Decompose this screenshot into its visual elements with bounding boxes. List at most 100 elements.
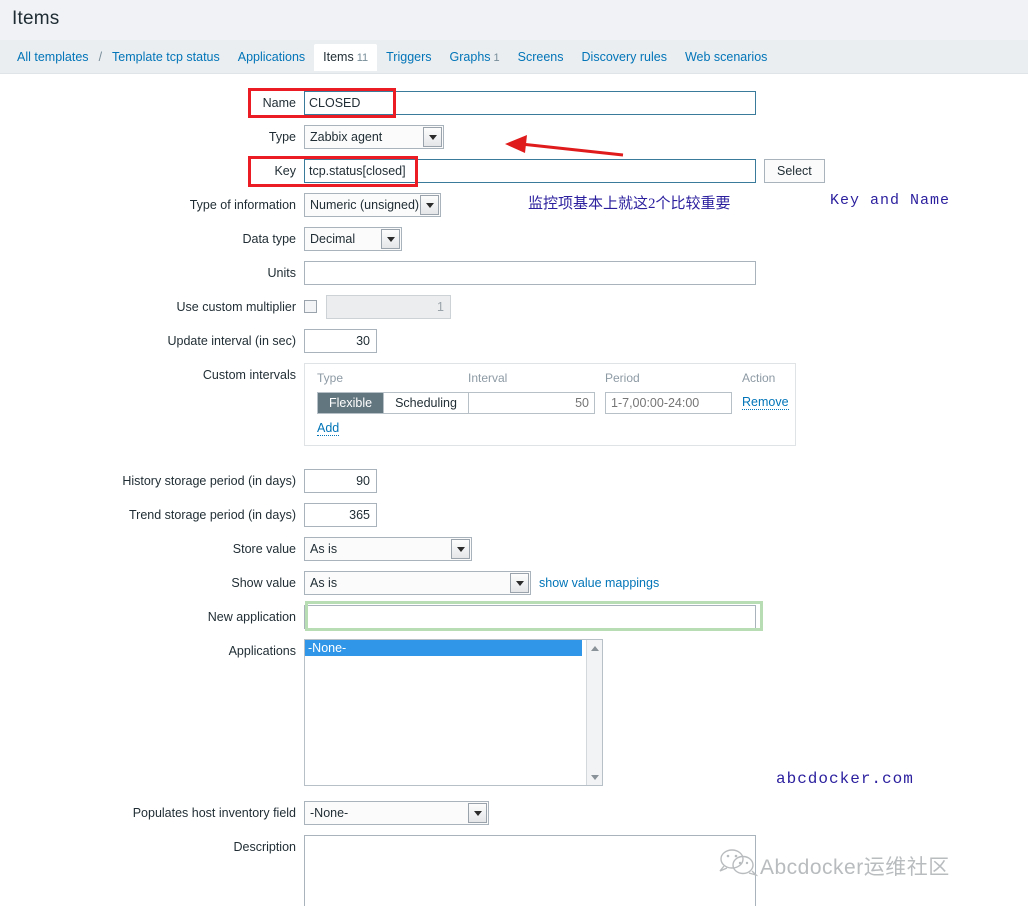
- tab-applications-label: Applications: [238, 50, 305, 64]
- populates-host-inventory-select[interactable]: -None-: [304, 801, 489, 825]
- label-update-interval: Update interval (in sec): [115, 329, 296, 353]
- interval-type-toggle: Flexible Scheduling: [317, 392, 469, 414]
- field-row-update-interval: Update interval (in sec): [115, 329, 815, 353]
- tab-graphs-count: 1: [494, 52, 500, 64]
- tab-graphs-label: Graphs: [450, 50, 491, 64]
- label-description: Description: [115, 835, 296, 859]
- tab-triggers-label: Triggers: [386, 50, 431, 64]
- label-custom-intervals: Custom intervals: [115, 363, 296, 387]
- column-header-interval: Interval: [468, 371, 507, 385]
- applications-scrollbar[interactable]: [586, 640, 602, 785]
- column-header-action: Action: [742, 371, 775, 385]
- add-interval-link[interactable]: Add: [317, 421, 339, 436]
- show-value-select[interactable]: As is: [304, 571, 531, 595]
- interval-input[interactable]: [468, 392, 595, 414]
- chevron-down-icon: [510, 573, 529, 593]
- label-type: Type: [193, 125, 296, 149]
- label-use-custom-multiplier: Use custom multiplier: [115, 295, 296, 319]
- tab-applications[interactable]: Applications: [229, 45, 314, 69]
- field-row-custom-intervals: Custom intervals Type Interval Period Ac…: [115, 363, 945, 446]
- tab-graphs[interactable]: Graphs1: [441, 45, 509, 70]
- applications-listbox[interactable]: -None-: [304, 639, 603, 786]
- tab-screens[interactable]: Screens: [509, 45, 573, 69]
- column-header-type: Type: [317, 371, 343, 385]
- tab-screens-label: Screens: [518, 50, 564, 64]
- populates-host-inventory-value: -None-: [310, 802, 348, 825]
- page-header: Items: [0, 0, 1028, 40]
- units-input[interactable]: [304, 261, 756, 285]
- label-show-value: Show value: [115, 571, 296, 595]
- remove-interval-link[interactable]: Remove: [742, 395, 789, 410]
- label-key: Key: [193, 159, 296, 183]
- label-type-of-information: Type of information: [115, 193, 296, 217]
- label-new-application: New application: [115, 605, 296, 629]
- type-select-value: Zabbix agent: [310, 126, 382, 149]
- label-name: Name: [193, 91, 296, 115]
- field-row-store-value: Store value As is: [115, 537, 815, 566]
- name-input[interactable]: [304, 91, 756, 115]
- interval-type-flexible-option[interactable]: Flexible: [318, 393, 383, 413]
- tab-web-scenarios-label: Web scenarios: [685, 50, 767, 64]
- annotation-site-url: abcdocker.com: [776, 770, 914, 788]
- tab-triggers[interactable]: Triggers: [377, 45, 440, 69]
- show-value-mappings-link[interactable]: show value mappings: [539, 576, 659, 590]
- history-storage-period-input[interactable]: [304, 469, 377, 493]
- chevron-down-icon: [381, 229, 400, 249]
- tab-items-count: 11: [357, 52, 368, 64]
- navigation-tabbar: All templates / Template tcp status Appl…: [0, 40, 1028, 74]
- column-header-period: Period: [605, 371, 640, 385]
- scroll-up-icon[interactable]: [587, 640, 603, 656]
- type-of-information-value: Numeric (unsigned): [310, 194, 419, 217]
- new-application-input[interactable]: [304, 605, 756, 629]
- custom-intervals-row: Flexible Scheduling Remove: [305, 392, 795, 414]
- label-trend-storage-period: Trend storage period (in days): [115, 503, 296, 527]
- chevron-down-icon: [423, 127, 442, 147]
- trend-storage-period-input[interactable]: [304, 503, 377, 527]
- label-history-storage-period: History storage period (in days): [115, 469, 296, 493]
- custom-multiplier-input[interactable]: [326, 295, 451, 319]
- breadcrumb-all-templates[interactable]: All templates: [8, 45, 98, 69]
- field-row-trend-storage-period: Trend storage period (in days): [115, 503, 815, 527]
- show-value-value: As is: [310, 572, 337, 595]
- annotation-note-english: Key and Name: [830, 192, 950, 209]
- key-select-button[interactable]: Select: [764, 159, 825, 183]
- period-input[interactable]: [605, 392, 732, 414]
- chevron-down-icon: [451, 539, 470, 559]
- field-row-populates-host-inventory: Populates host inventory field -None-: [115, 801, 875, 830]
- annotation-arrow-icon: [495, 130, 630, 164]
- label-data-type: Data type: [115, 227, 296, 251]
- field-row-units: Units: [115, 261, 875, 285]
- zabbix-item-configuration-page: Items All templates / Template tcp statu…: [0, 0, 1028, 906]
- field-row-data-type: Data type Decimal: [115, 227, 815, 256]
- field-row-applications: Applications -None-: [115, 639, 875, 786]
- data-type-select[interactable]: Decimal: [304, 227, 402, 251]
- applications-option-none[interactable]: -None-: [305, 640, 582, 656]
- label-populates-host-inventory-field: Populates host inventory field: [115, 801, 296, 825]
- wechat-icon: [718, 846, 758, 880]
- custom-intervals-table: Type Interval Period Action Flexible Sch…: [304, 363, 796, 446]
- update-interval-input[interactable]: [304, 329, 377, 353]
- annotation-note-chinese: 监控项基本上就这2个比较重要: [528, 192, 731, 213]
- store-value-select[interactable]: As is: [304, 537, 472, 561]
- store-value-value: As is: [310, 538, 337, 561]
- scroll-down-icon[interactable]: [587, 769, 603, 785]
- field-row-history-storage-period: History storage period (in days): [115, 469, 815, 493]
- label-units: Units: [115, 261, 296, 285]
- description-textarea[interactable]: [304, 835, 756, 906]
- tab-discovery-rules-label: Discovery rules: [582, 50, 667, 64]
- use-custom-multiplier-checkbox[interactable]: [304, 300, 317, 313]
- tab-web-scenarios[interactable]: Web scenarios: [676, 45, 776, 69]
- label-store-value: Store value: [115, 537, 296, 561]
- chevron-down-icon: [468, 803, 487, 823]
- type-of-information-select[interactable]: Numeric (unsigned): [304, 193, 441, 217]
- tab-items[interactable]: Items11: [314, 44, 377, 71]
- breadcrumb-template-tcp-status[interactable]: Template tcp status: [103, 45, 229, 69]
- tab-discovery-rules[interactable]: Discovery rules: [573, 45, 676, 69]
- field-row-use-custom-multiplier: Use custom multiplier: [115, 295, 815, 319]
- field-row-name: Name: [193, 91, 893, 115]
- field-row-new-application: New application: [115, 605, 875, 629]
- label-applications: Applications: [115, 639, 296, 663]
- watermark-text: Abcdocker运维社区: [760, 851, 950, 881]
- type-select[interactable]: Zabbix agent: [304, 125, 444, 149]
- interval-type-scheduling-option[interactable]: Scheduling: [383, 393, 468, 413]
